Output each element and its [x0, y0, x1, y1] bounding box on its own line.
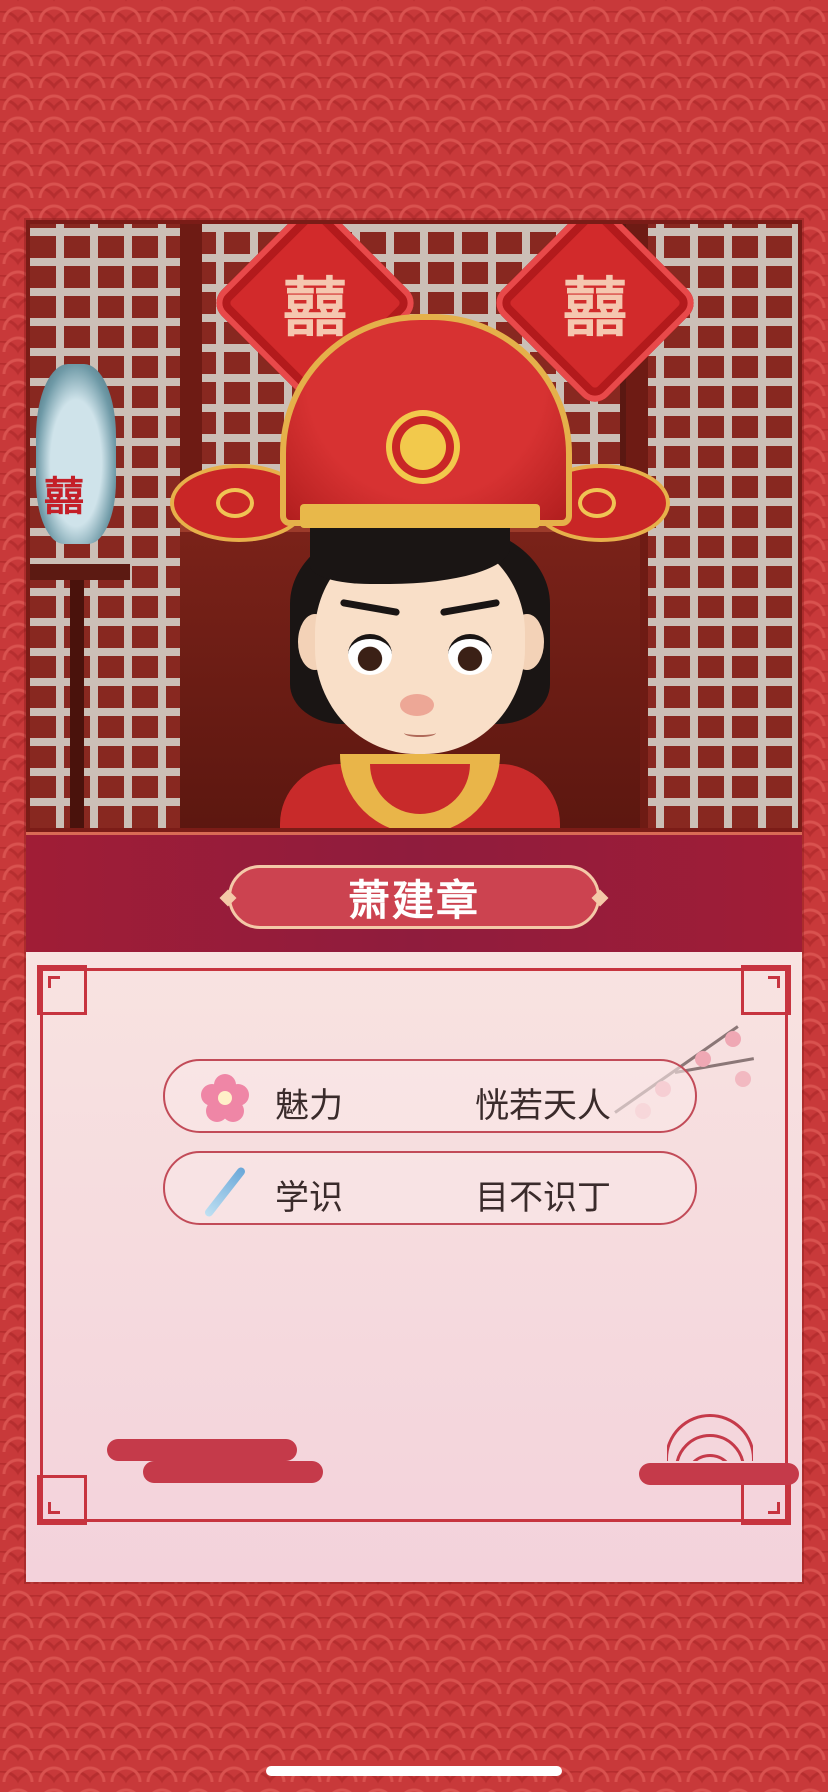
attribute-label: 魅力	[275, 1086, 343, 1126]
character-name: 萧建章	[347, 875, 480, 925]
vase-double-happiness: 囍	[44, 473, 84, 520]
auspicious-arc-ornament	[667, 1411, 753, 1461]
eye	[348, 634, 392, 675]
nose-blush	[400, 694, 434, 716]
hat-emblem	[400, 424, 446, 470]
hat-band	[300, 504, 540, 528]
frame-corner-ornament	[37, 1475, 87, 1525]
brush-pen-icon	[201, 1165, 249, 1219]
attributes-panel: 魅力 恍若天人 学识 目不识丁	[26, 952, 802, 1582]
home-indicator[interactable]	[266, 1766, 562, 1776]
plum-blossom-icon	[201, 1074, 249, 1122]
vase-stand	[30, 564, 130, 828]
name-plate: 萧建章	[228, 865, 600, 929]
groom-avatar	[170, 284, 670, 828]
frame-corner-ornament	[37, 965, 87, 1015]
eye	[448, 634, 492, 675]
attribute-row-charm: 魅力 恍若天人	[163, 1059, 697, 1133]
name-banner: 萧建章	[26, 832, 802, 955]
character-card: 囍 囍 囍 萧建章 魅力 恍若天人 学识 目不识丁	[26, 220, 802, 1582]
attribute-row-knowledge: 学识 目不识丁	[163, 1151, 697, 1225]
attribute-value: 恍若天人	[475, 1086, 611, 1126]
mouth	[404, 729, 436, 737]
cloud-ornament	[639, 1463, 799, 1485]
attribute-label: 学识	[275, 1178, 343, 1218]
wedding-scene-illustration: 囍 囍 囍	[26, 220, 802, 832]
decorative-frame: 魅力 恍若天人 学识 目不识丁	[37, 965, 799, 1525]
cloud-ornament	[143, 1461, 323, 1483]
frame-corner-ornament	[741, 965, 791, 1015]
cloud-ornament	[107, 1439, 297, 1461]
official-hat	[280, 314, 572, 526]
attribute-value: 目不识丁	[475, 1178, 611, 1218]
